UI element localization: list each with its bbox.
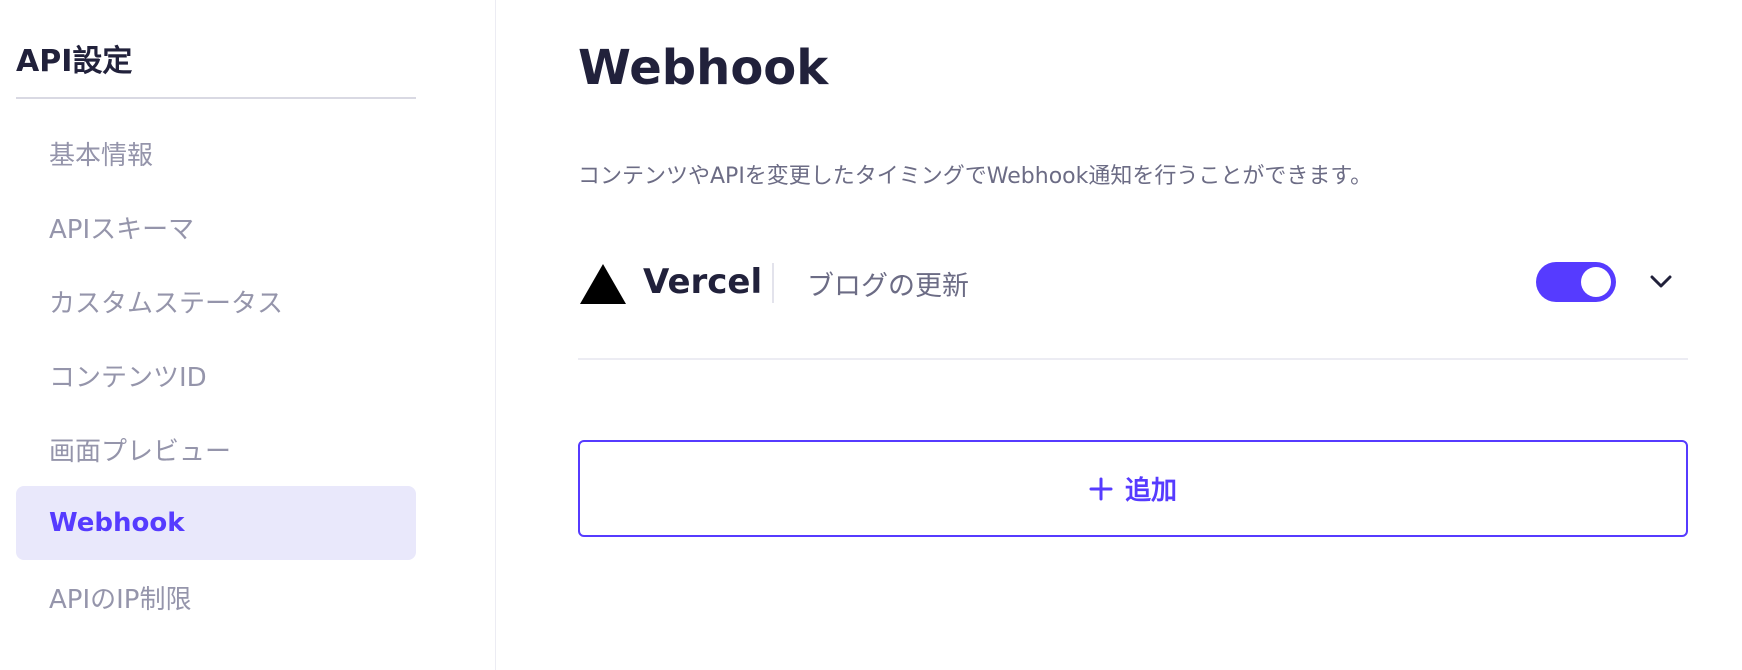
sidebar-item-api-schema[interactable]: APIスキーマ (16, 190, 416, 264)
sidebar: API設定 基本情報 APIスキーマ カスタムステータス コンテンツID 画面プ… (0, 0, 496, 670)
sidebar-item-screen-preview[interactable]: 画面プレビュー (16, 412, 416, 486)
sidebar-item-ip-restriction[interactable]: APIのIP制限 (16, 560, 416, 634)
webhook-row: Vercel ブログの更新 (578, 230, 1688, 360)
plus-icon (1089, 477, 1113, 501)
webhook-service-name: Vercel (643, 262, 763, 302)
sidebar-nav: 基本情報 APIスキーマ カスタムステータス コンテンツID 画面プレビュー W… (16, 116, 416, 634)
webhook-enabled-toggle[interactable] (1536, 262, 1616, 302)
vercel-triangle-icon (580, 264, 626, 304)
sidebar-divider (16, 97, 416, 99)
webhook-name: ブログの更新 (807, 271, 969, 302)
sidebar-item-basic-info[interactable]: 基本情報 (16, 116, 416, 190)
toggle-knob (1581, 267, 1611, 297)
sidebar-item-custom-status[interactable]: カスタムステータス (16, 264, 416, 338)
add-webhook-button[interactable]: 追加 (578, 440, 1688, 537)
add-button-label: 追加 (1124, 476, 1177, 506)
sidebar-title: API設定 (16, 44, 133, 79)
chevron-down-icon[interactable] (1645, 266, 1677, 298)
row-separator (772, 263, 774, 303)
sidebar-item-webhook[interactable]: Webhook (16, 486, 416, 560)
page-description: コンテンツやAPIを変更したタイミングでWebhook通知を行うことができます。 (578, 164, 1373, 189)
page-title: Webhook (578, 40, 829, 96)
main-content: Webhook コンテンツやAPIを変更したタイミングでWebhook通知を行う… (578, 0, 1688, 670)
sidebar-item-content-id[interactable]: コンテンツID (16, 338, 416, 412)
